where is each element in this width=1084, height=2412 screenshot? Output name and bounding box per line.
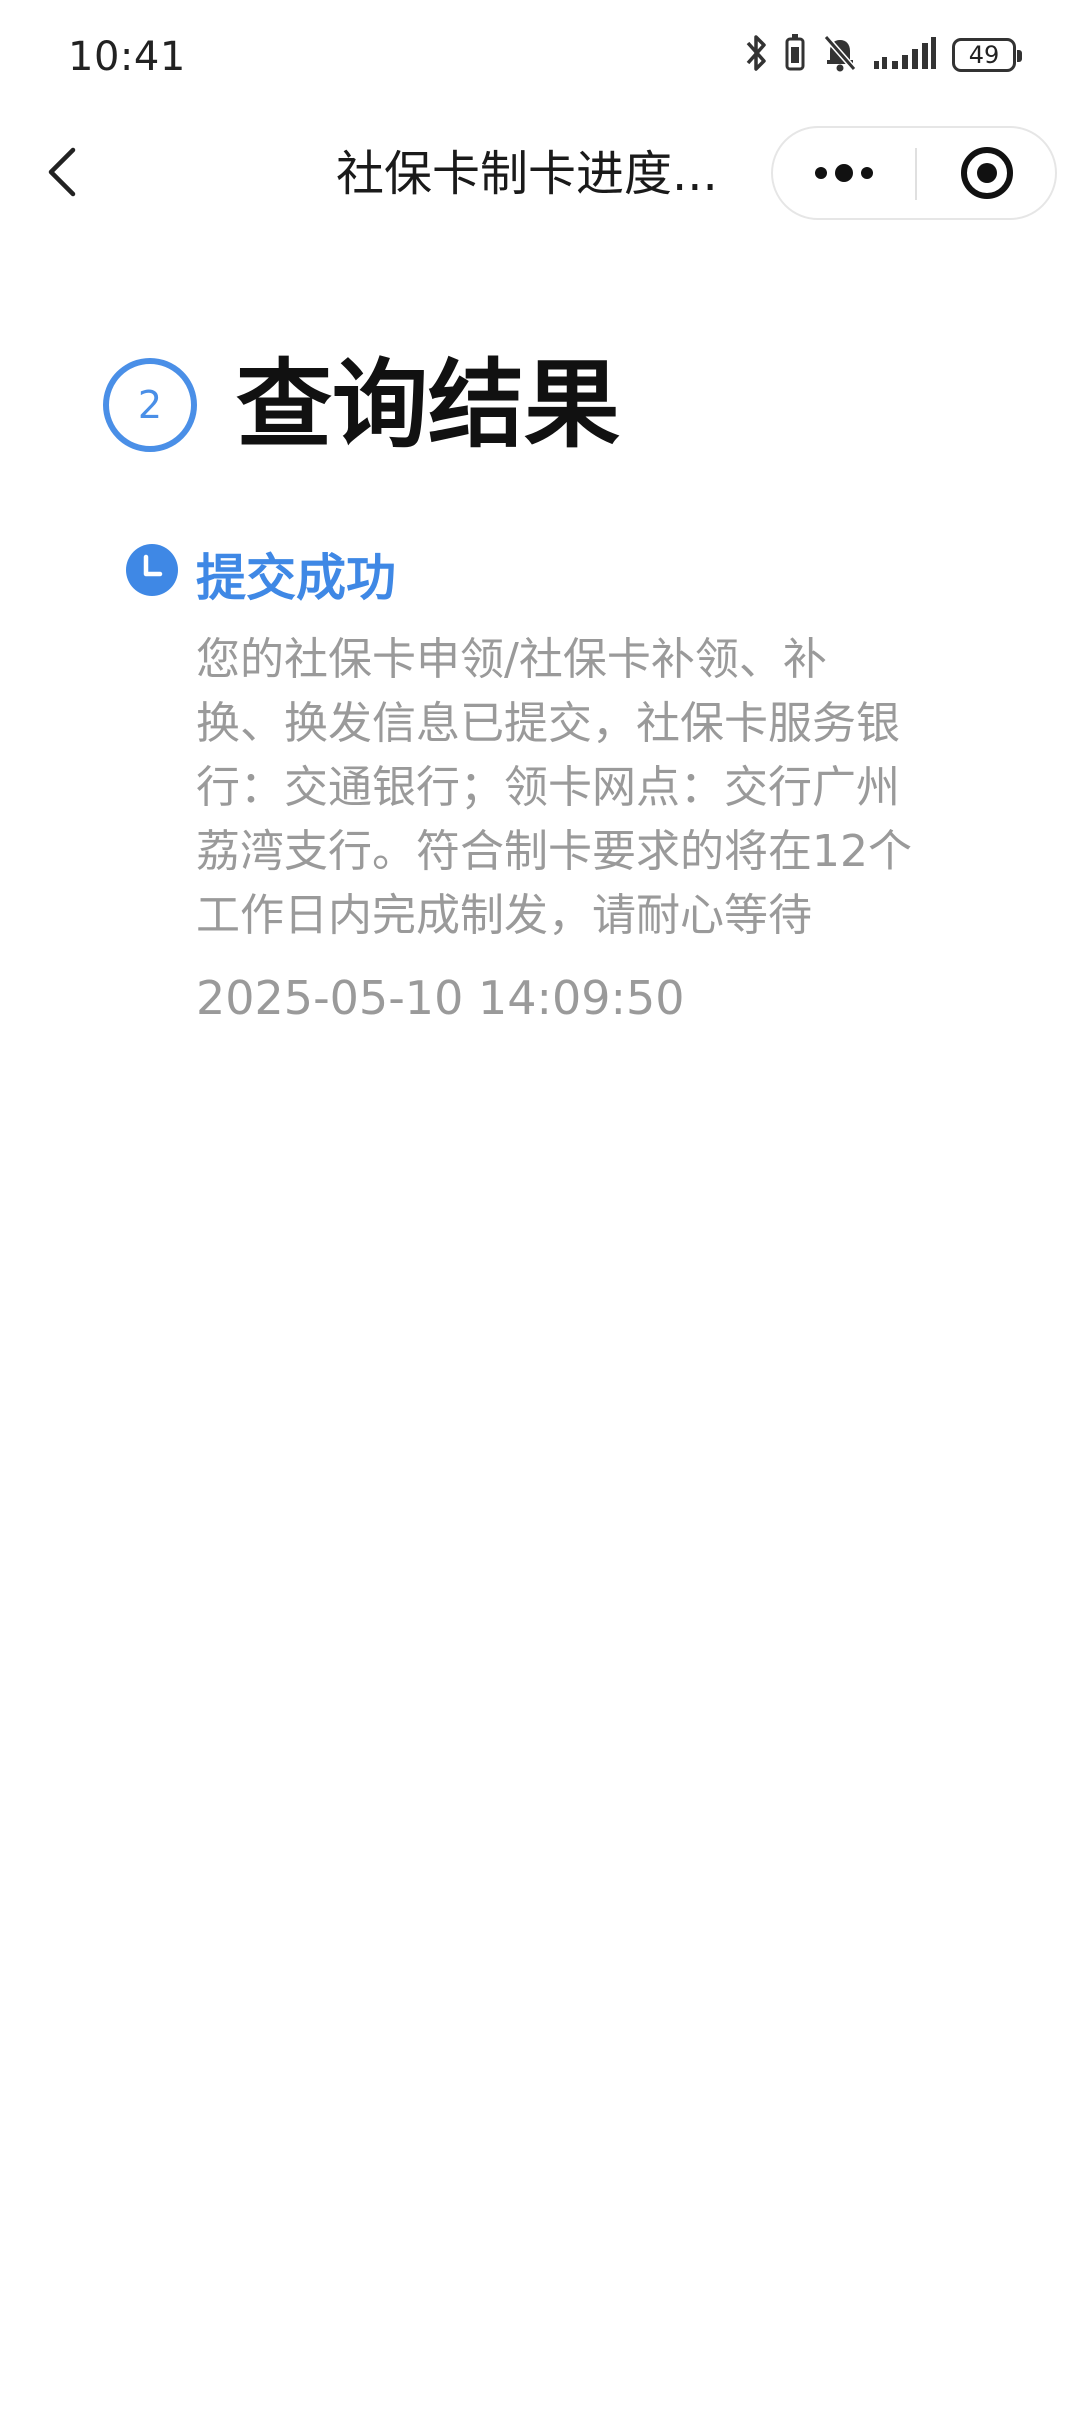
mini-program-capsule: [771, 126, 1057, 220]
step-number: 2: [137, 383, 163, 427]
more-dots-icon: [815, 164, 873, 182]
close-target-icon: [961, 147, 1013, 199]
bluetooth-icon: [744, 33, 768, 77]
status-bar: 10:41 49: [0, 0, 1084, 110]
status-description: 您的社保卡申领/社保卡补领、补 换、换发信息已提交，社保卡服务银 行：交通银行；…: [196, 628, 956, 948]
description-line: 工作日内完成制发，请耐心等待: [196, 890, 812, 941]
description-line: 荔湾支行。符合制卡要求的将在12个: [196, 826, 912, 877]
battery-icon: 49: [952, 38, 1022, 72]
more-button[interactable]: [773, 128, 915, 218]
page: 10:41 49 社保卡制卡进度... 2 查询结果 提交成功 您的社保卡申领/…: [0, 0, 1084, 2412]
clock-icon: [126, 544, 178, 596]
back-arrow-icon: [48, 147, 76, 197]
description-line: 换、换发信息已提交，社保卡服务银: [196, 698, 900, 749]
nav-bar: 社保卡制卡进度...: [0, 110, 1084, 240]
mute-bell-icon: [822, 33, 858, 77]
result-title: 查询结果: [236, 349, 620, 461]
status-timestamp: 2025-05-10 14:09:50: [196, 971, 685, 1025]
back-button[interactable]: [32, 142, 92, 202]
description-line: 行：交通银行；领卡网点：交行广州: [196, 762, 900, 813]
description-line: 您的社保卡申领/社保卡补领、补: [196, 634, 827, 685]
battery-level: 49: [968, 41, 1000, 69]
signal-icon: [874, 35, 936, 75]
status-icons: 49: [744, 32, 1022, 78]
status-time: 10:41: [68, 34, 186, 80]
close-button[interactable]: [917, 128, 1057, 218]
step-number-badge: 2: [103, 358, 197, 452]
page-title: 社保卡制卡进度...: [336, 146, 718, 202]
vibrate-icon: [784, 33, 806, 77]
status-title: 提交成功: [196, 549, 396, 607]
